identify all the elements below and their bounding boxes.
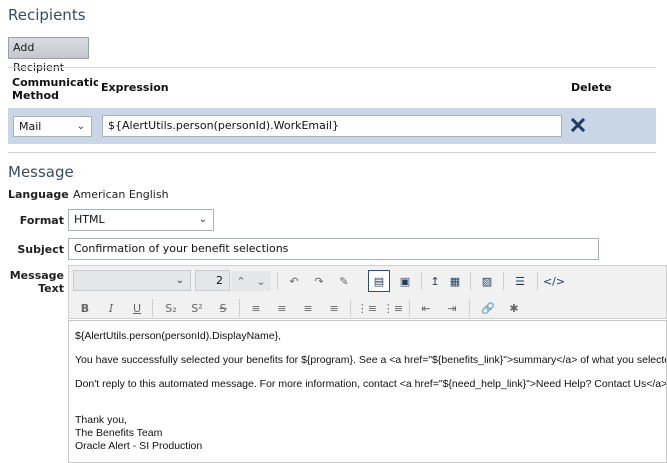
layout-icon[interactable]: ▤: [368, 270, 390, 292]
format-select[interactable]: HTML ⌄: [68, 209, 214, 231]
table-icon[interactable]: ▦: [445, 271, 465, 291]
expression-input[interactable]: ${AlertUtils.person(personId).WorkEmail}: [102, 115, 562, 137]
undo-icon[interactable]: ↶: [284, 271, 304, 291]
outdent-icon[interactable]: ⇤: [416, 298, 436, 318]
chevron-down-icon: ⌄: [76, 121, 85, 132]
align-center-icon[interactable]: ≡: [272, 298, 292, 318]
editor-line: You have successfully selected your bene…: [75, 354, 667, 366]
unlink-icon[interactable]: ✱: [504, 298, 524, 318]
underline-icon[interactable]: U: [127, 298, 147, 318]
divider: [8, 67, 656, 68]
editor-line: Oracle Alert - SI Production: [75, 440, 203, 452]
eraser-icon[interactable]: ✎: [334, 271, 354, 291]
editor-line: Thank you,: [75, 414, 127, 426]
chevron-down-icon[interactable]: ⌄: [251, 271, 271, 291]
divider: [8, 152, 656, 153]
html-code-icon[interactable]: </>: [543, 271, 565, 291]
numbered-list-icon[interactable]: ⋮≡: [383, 298, 403, 318]
document-icon[interactable]: ☰: [510, 271, 530, 291]
image-icon[interactable]: ▨: [477, 271, 497, 291]
method-select-value: Mail: [19, 120, 42, 133]
message-editor[interactable]: ${AlertUtils.person(personId).DisplayNam…: [68, 320, 667, 463]
justify-icon[interactable]: ≡: [324, 298, 344, 318]
subscript-icon[interactable]: S₂: [161, 298, 181, 318]
align-right-icon[interactable]: ≡: [298, 298, 318, 318]
bold-icon[interactable]: B: [75, 298, 95, 318]
language-value: American English: [73, 188, 169, 201]
column-header-delete: Delete: [571, 81, 612, 94]
chevron-down-icon: ⌄: [198, 214, 207, 225]
font-size-field[interactable]: 2: [195, 270, 230, 291]
message-title: Message: [8, 163, 74, 181]
message-text-label: Message Text: [9, 269, 64, 295]
editor-line: ${AlertUtils.person(personId).DisplayNam…: [75, 330, 282, 342]
format-select-value: HTML: [74, 213, 105, 226]
recipients-title: Recipients: [8, 6, 86, 24]
add-recipient-button[interactable]: Add Recipient: [8, 37, 89, 74]
language-label: Language: [8, 188, 69, 201]
subject-label: Subject: [17, 243, 64, 256]
align-left-icon[interactable]: ≡: [246, 298, 266, 318]
superscript-icon[interactable]: S²: [187, 298, 207, 318]
link-icon[interactable]: 🔗: [478, 298, 498, 318]
delete-icon[interactable]: [570, 117, 586, 133]
font-family-select[interactable]: ⌄: [73, 270, 191, 291]
format-label: Format: [19, 214, 64, 227]
find-replace-icon[interactable]: ↥: [425, 271, 445, 291]
column-header-method: Communication Method: [12, 76, 98, 102]
editor-line: Don't reply to this automated message. F…: [75, 378, 667, 390]
editor-line: The Benefits Team: [75, 427, 163, 439]
strikethrough-icon[interactable]: S: [213, 298, 233, 318]
chevron-up-icon[interactable]: ⌃: [231, 271, 251, 291]
indent-icon[interactable]: ⇥: [442, 298, 462, 318]
chevron-down-icon: ⌄: [175, 275, 184, 286]
italic-icon[interactable]: I: [101, 298, 121, 318]
method-select[interactable]: Mail ⌄: [13, 116, 92, 137]
redo-icon[interactable]: ↷: [309, 271, 329, 291]
subject-input[interactable]: Confirmation of your benefit selections: [68, 238, 599, 260]
column-header-expression: Expression: [101, 81, 169, 94]
bulleted-list-icon[interactable]: ⋮≡: [357, 298, 377, 318]
source-view-icon[interactable]: ▣: [395, 271, 415, 291]
